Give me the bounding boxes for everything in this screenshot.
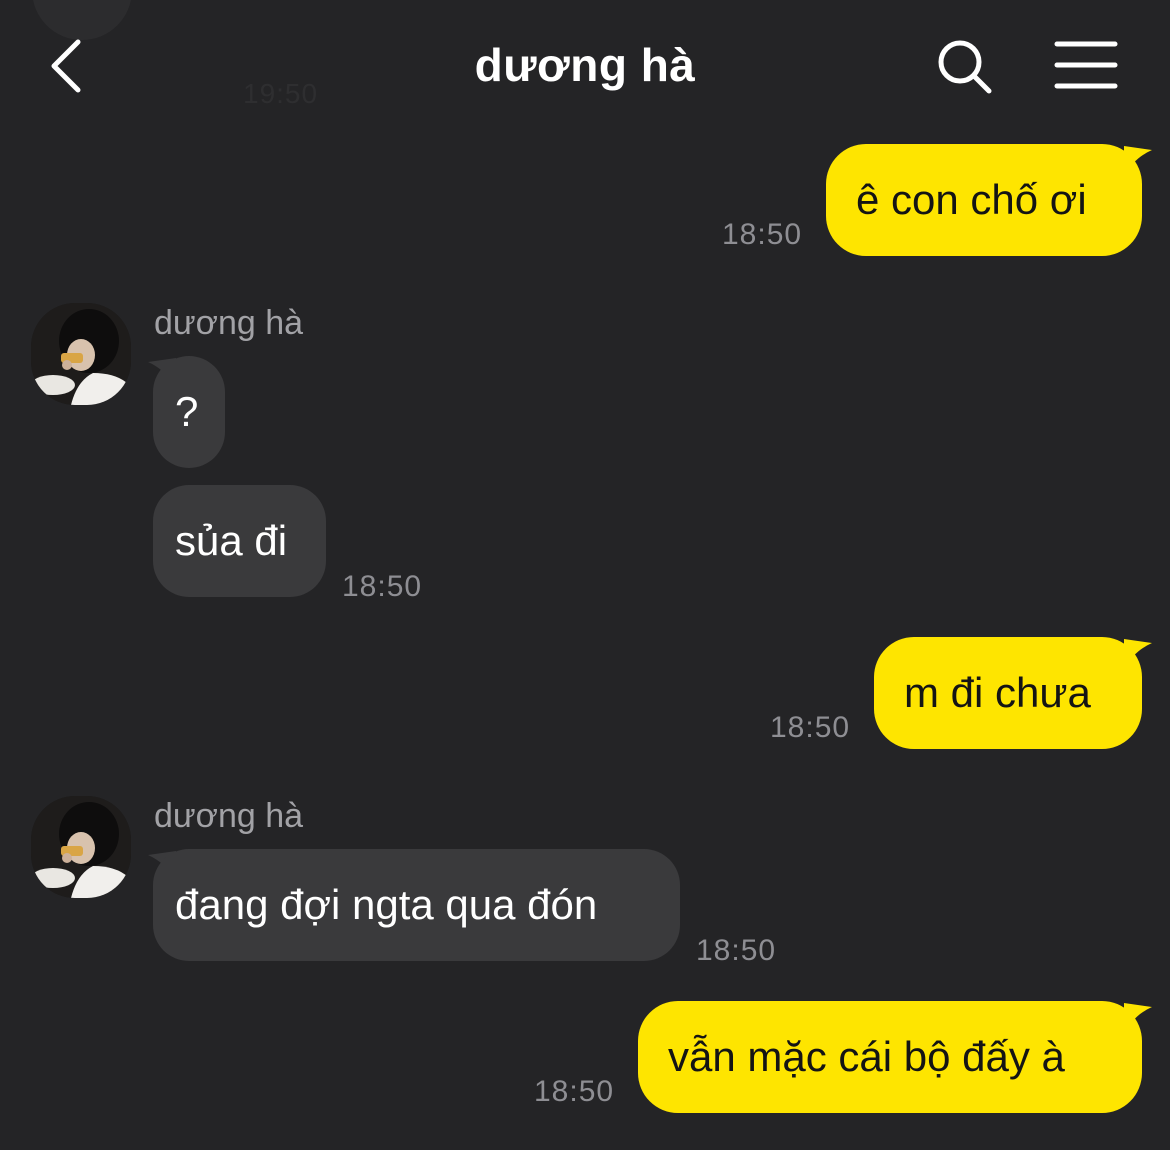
contact-avatar[interactable] xyxy=(31,303,131,405)
message-timestamp: 18:50 xyxy=(696,934,777,967)
chat-header: dương hà xyxy=(0,0,1170,135)
message-bubble-incoming[interactable]: ? xyxy=(153,356,225,468)
message-timestamp: 18:50 xyxy=(770,711,851,744)
avatar-photo xyxy=(31,303,131,405)
sender-name: dương hà xyxy=(154,304,304,342)
message-bubble-incoming[interactable]: đang đợi ngta qua đón xyxy=(153,849,680,961)
message-bubble-incoming[interactable]: sủa đi xyxy=(153,485,326,597)
message-bubble-outgoing[interactable]: vẫn mặc cái bộ đấy à xyxy=(638,1001,1142,1113)
search-button[interactable] xyxy=(934,36,996,98)
contact-avatar[interactable] xyxy=(31,796,131,898)
menu-button[interactable] xyxy=(1054,40,1118,90)
message-bubble-outgoing[interactable]: ê con chố ơi xyxy=(826,144,1142,256)
hamburger-menu-icon xyxy=(1054,41,1118,89)
message-timestamp: 18:50 xyxy=(722,218,803,251)
search-icon xyxy=(938,40,992,94)
message-timestamp: 18:50 xyxy=(342,570,423,603)
sender-name: dương hà xyxy=(154,797,304,835)
bubble-tail-outgoing xyxy=(1124,1003,1152,1033)
bubble-tail-outgoing xyxy=(1124,639,1152,669)
message-bubble-outgoing[interactable]: m đi chưa xyxy=(874,637,1142,749)
message-timestamp: 18:50 xyxy=(534,1075,615,1108)
avatar-photo xyxy=(31,796,131,898)
bubble-tail-outgoing xyxy=(1124,146,1152,176)
